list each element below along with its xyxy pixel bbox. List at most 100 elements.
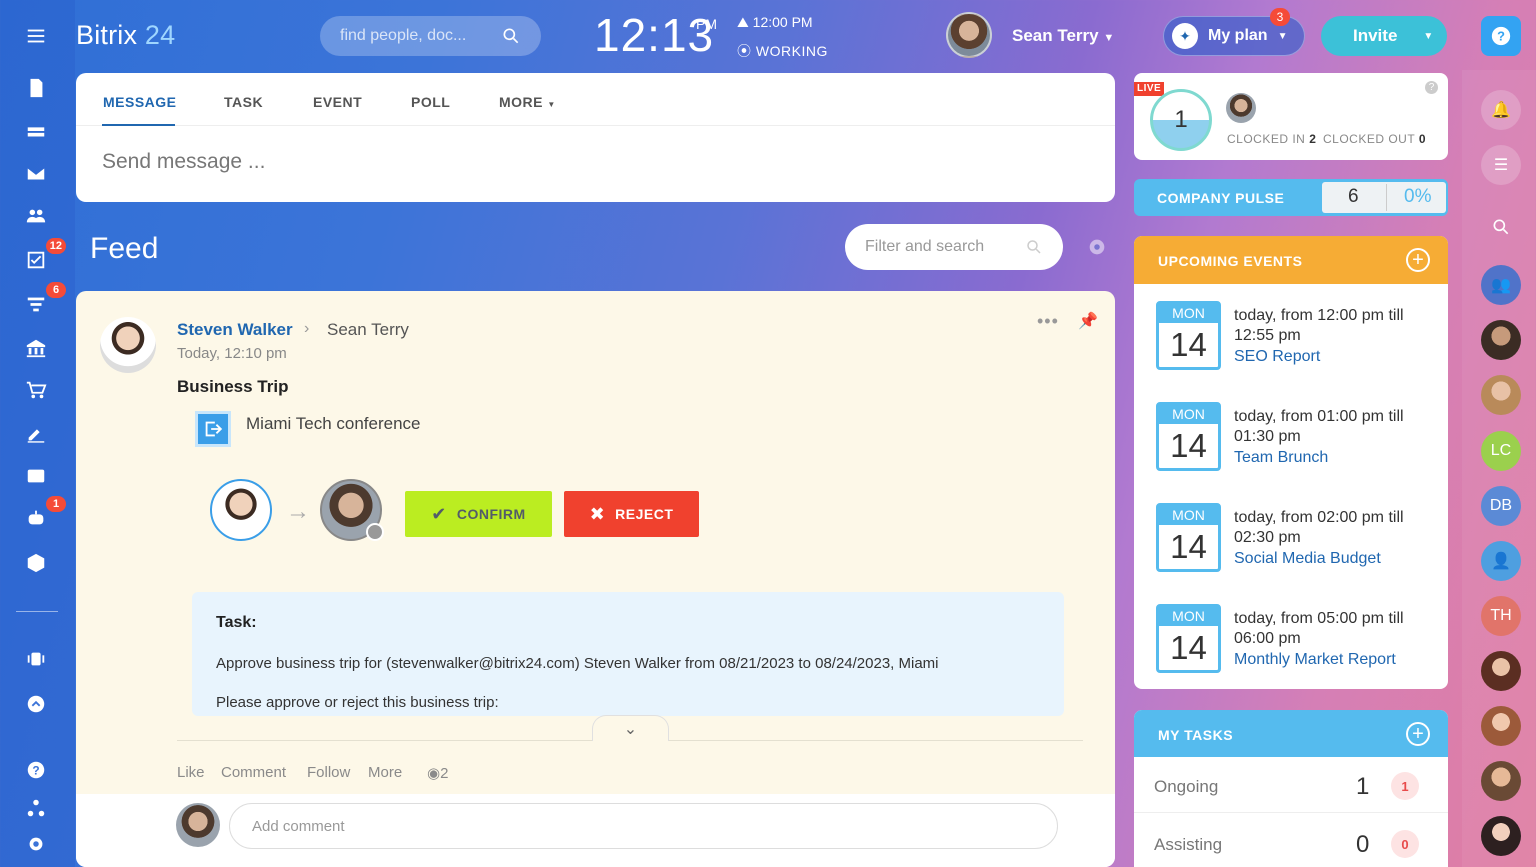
work-status[interactable]: ⦿ WORKING (737, 41, 828, 61)
chevron-down-icon: ▼ (547, 100, 556, 109)
global-search[interactable]: find people, doc... (320, 16, 541, 56)
requester-avatar[interactable] (210, 479, 272, 541)
chevron-right-icon: › (304, 320, 310, 337)
box-icon[interactable] (14, 545, 58, 581)
automation-icon[interactable] (14, 641, 58, 677)
event-date-num: 14 (1170, 326, 1207, 363)
group-chat-icon[interactable]: 👥 (1481, 265, 1521, 305)
contact-avatar[interactable] (1481, 651, 1521, 691)
flag-icon: ⛰ (737, 14, 749, 30)
event-name[interactable]: Team Brunch (1234, 449, 1328, 467)
crm-icon[interactable]: 6 (14, 282, 66, 322)
task-note: Please approve or reject this business t… (216, 694, 499, 711)
tasks-badge: 12 (45, 238, 66, 254)
user-avatar[interactable] (946, 12, 992, 58)
event-name[interactable]: Social Media Budget (1234, 550, 1381, 568)
more-button[interactable]: More (368, 764, 402, 781)
settings-icon[interactable] (14, 826, 58, 862)
plan-badge: 3 (1270, 8, 1290, 26)
event-time: today, from 12:00 pm till 12:55 pm (1234, 307, 1404, 344)
drive-icon[interactable] (14, 113, 58, 149)
pin-icon[interactable]: 📌 (1078, 311, 1098, 331)
filter-search[interactable]: Filter and search (845, 224, 1063, 270)
event-date: MON 14 (1156, 402, 1221, 471)
help-icon[interactable]: ? (1425, 81, 1438, 94)
help-button[interactable]: ? (1481, 16, 1521, 56)
post-author[interactable]: Steven Walker (177, 320, 293, 340)
event-name[interactable]: SEO Report (1234, 348, 1320, 366)
follow-button[interactable]: Follow (307, 764, 350, 781)
eye-icon: ◉ (427, 765, 441, 782)
live-badge: LIVE (1134, 82, 1165, 96)
tab-message[interactable]: MESSAGE (103, 94, 177, 110)
event-time: today, from 05:00 pm till 06:00 pm (1234, 610, 1404, 647)
plan-icon: ✦ (1172, 23, 1198, 49)
menu-icon[interactable] (14, 18, 58, 54)
event-date-num: 14 (1170, 427, 1207, 464)
invite-button[interactable]: Invite ▼ (1321, 16, 1447, 56)
company-icon[interactable] (14, 330, 58, 366)
chat-icon[interactable]: ☰ (1481, 145, 1521, 185)
contact-avatar[interactable] (1481, 816, 1521, 856)
events-title[interactable]: UPCOMING EVENTS (1158, 253, 1302, 269)
expand-button[interactable]: ⌄ (592, 715, 669, 741)
message-input[interactable]: Send message ... (102, 150, 265, 174)
groups-icon[interactable] (14, 198, 58, 234)
bot-icon[interactable]: 1 (14, 496, 66, 536)
post-recipient[interactable]: Sean Terry (327, 320, 409, 340)
live-count[interactable]: 1 (1150, 89, 1212, 151)
svg-text:?: ? (1497, 29, 1505, 44)
tasks-icon[interactable]: 12 (14, 238, 66, 278)
tab-task[interactable]: TASK (224, 94, 263, 110)
post-time[interactable]: Today, 12:10 pm (177, 345, 287, 362)
confirm-button[interactable]: ✔ CONFIRM (405, 491, 552, 537)
structure-icon[interactable] (14, 790, 58, 826)
tab-poll[interactable]: POLL (411, 94, 450, 110)
author-avatar[interactable] (100, 317, 156, 373)
contact-avatar[interactable] (1481, 375, 1521, 415)
contact-avatar[interactable] (1481, 761, 1521, 801)
work-start-time[interactable]: ⛰ 12:00 PM (737, 14, 813, 31)
feed-icon[interactable] (14, 70, 58, 106)
event-day: MON (1159, 405, 1218, 424)
event-date: MON 14 (1156, 604, 1221, 673)
contact-initials[interactable]: LC (1481, 431, 1521, 471)
comment-input[interactable]: Add comment (229, 803, 1058, 849)
notifications-icon[interactable]: 🔔 (1481, 90, 1521, 130)
contact-avatar[interactable] (1481, 706, 1521, 746)
tab-more[interactable]: MORE ▼ (499, 94, 556, 110)
clocked-out: CLOCKED OUT 0 (1323, 132, 1426, 146)
sign-icon[interactable] (14, 415, 58, 451)
chevron-down-icon: ▼ (1103, 32, 1115, 44)
gear-icon[interactable] (1086, 236, 1108, 258)
app-logo[interactable]: Bitrix 24 (76, 20, 175, 51)
avatar[interactable] (1226, 93, 1256, 123)
pulse-divider (1386, 184, 1387, 211)
help-icon[interactable]: ? (14, 752, 58, 788)
task-row-badge: 1 (1391, 772, 1419, 800)
user-menu[interactable]: Sean Terry ▼ (1012, 26, 1114, 46)
tasks-title[interactable]: MY TASKS (1158, 727, 1233, 743)
mail-icon[interactable] (14, 156, 58, 192)
add-task-icon[interactable]: + (1406, 722, 1430, 746)
contact-initials[interactable]: DB (1481, 486, 1521, 526)
like-button[interactable]: Like (177, 764, 205, 781)
comment-button[interactable]: Comment (221, 764, 286, 781)
filter-input[interactable]: Filter and search (865, 238, 984, 256)
search-input[interactable]: find people, doc... (340, 27, 466, 45)
reject-button[interactable]: ✖ REJECT (564, 491, 699, 537)
tab-event[interactable]: EVENT (313, 94, 362, 110)
status-icon: ⦿ (737, 43, 752, 59)
event-name[interactable]: Monthly Market Report (1234, 651, 1396, 669)
contact-initials[interactable]: TH (1481, 596, 1521, 636)
more-icon[interactable]: ••• (1037, 311, 1059, 332)
contact-card-icon[interactable] (14, 458, 58, 494)
contact-avatar[interactable] (1481, 320, 1521, 360)
collapse-icon[interactable] (14, 686, 58, 722)
user-clock-icon[interactable]: 👤 (1481, 541, 1521, 581)
shop-icon[interactable] (14, 372, 58, 408)
search-icon[interactable] (1481, 207, 1521, 247)
task-row-badge: 0 (1391, 830, 1419, 858)
task-row-label: Ongoing (1154, 777, 1219, 796)
add-event-icon[interactable]: + (1406, 248, 1430, 272)
